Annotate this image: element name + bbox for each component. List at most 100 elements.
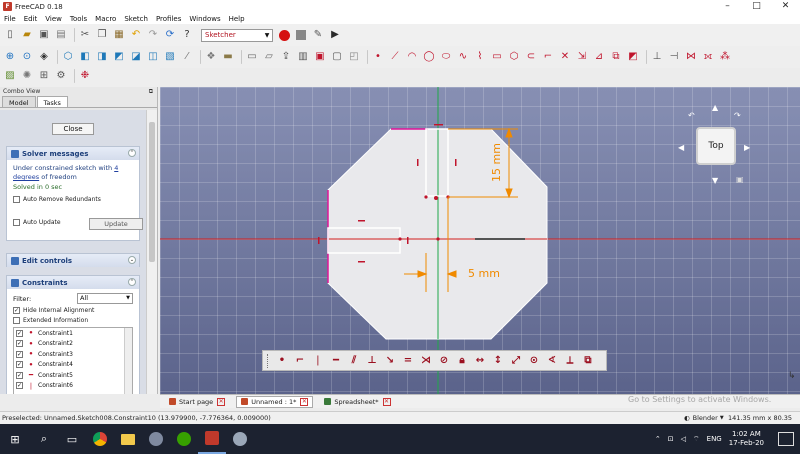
line-tool-icon[interactable]: ⟋ xyxy=(388,50,402,64)
menu-tools[interactable]: Tools xyxy=(70,15,87,23)
undo-icon[interactable]: ↶ xyxy=(129,28,143,42)
network-icon[interactable]: ⊡ xyxy=(668,435,674,443)
tray-chevron-icon[interactable]: ⌃ xyxy=(655,435,661,443)
list-item[interactable]: ✓ ❘ Constraint6 xyxy=(14,381,132,392)
radius-constraint-icon[interactable]: ⊙ xyxy=(526,353,542,368)
list-item[interactable]: ✓ • Constraint4 xyxy=(14,360,132,371)
rotate-right-icon[interactable]: ▶ xyxy=(744,143,750,152)
horizontal-dimension-label[interactable]: 5 mm xyxy=(468,267,500,280)
point-tool-icon[interactable]: • xyxy=(371,50,385,64)
rotate-up-icon[interactable]: ▲ xyxy=(712,103,718,112)
select-constraints-icon[interactable]: ⊥ xyxy=(650,50,664,64)
bottom-view-icon[interactable]: ◫ xyxy=(146,50,160,64)
tangent-constraint-icon[interactable]: ↘ xyxy=(382,353,398,368)
menu-edit[interactable]: Edit xyxy=(24,15,38,23)
auto-update-row[interactable]: Auto Update Update xyxy=(13,218,143,230)
scrollbar-thumb[interactable] xyxy=(149,122,155,262)
menu-view[interactable]: View xyxy=(45,15,62,23)
left-view-icon[interactable]: ▧ xyxy=(163,50,177,64)
app-icon[interactable] xyxy=(142,424,170,454)
edit-sketch-icon[interactable]: ▱ xyxy=(262,50,276,64)
constraint-checkbox[interactable]: ✓ xyxy=(16,350,23,358)
auto-remove-checkbox[interactable] xyxy=(13,196,20,203)
close-tab-icon[interactable]: ✕ xyxy=(217,397,226,406)
collapse-icon[interactable]: ⌃ xyxy=(128,149,136,157)
expand-icon[interactable]: ⌄ xyxy=(128,256,136,264)
minimize-button[interactable]: – xyxy=(713,0,742,13)
hide-internal-row[interactable]: ✓ Hide Internal Alignment xyxy=(7,307,139,314)
extended-info-row[interactable]: Extended Information xyxy=(7,317,139,324)
maximize-button[interactable]: □ xyxy=(742,0,771,13)
new-file-icon[interactable]: ▯ xyxy=(3,28,17,42)
extended-info-checkbox[interactable] xyxy=(13,317,20,324)
combo-scrollbar[interactable] xyxy=(146,110,157,394)
front-view-icon[interactable]: ◧ xyxy=(78,50,92,64)
constraint-checkbox[interactable]: ✓ xyxy=(16,371,23,379)
symmetric-constraint-icon[interactable]: ⋊ xyxy=(418,353,434,368)
toolbar-grip[interactable] xyxy=(267,353,271,368)
constraint-checkbox[interactable]: ✓ xyxy=(16,329,23,337)
auto-update-checkbox[interactable] xyxy=(13,219,20,226)
leave-sketch-icon[interactable]: ⇪ xyxy=(279,50,293,64)
horizontal-distance-icon[interactable]: ↔ xyxy=(472,353,488,368)
block-constraint-icon[interactable]: ⊘ xyxy=(436,353,452,368)
solver-messages-header[interactable]: Solver messages ⌃ xyxy=(7,147,139,160)
macro-editor-icon[interactable]: ✎ xyxy=(311,28,325,42)
stop-macro-icon[interactable] xyxy=(294,28,308,42)
refresh-icon[interactable]: ⟳ xyxy=(163,28,177,42)
notification-icon[interactable] xyxy=(778,432,794,446)
save-icon[interactable]: ▣ xyxy=(37,28,51,42)
tab-model[interactable]: Model xyxy=(2,96,36,107)
view-sketch-icon[interactable]: ▥ xyxy=(296,50,310,64)
point-on-object-icon[interactable]: ⌐ xyxy=(292,353,308,368)
task-view-icon[interactable]: ▭ xyxy=(58,424,86,454)
right-view-icon[interactable]: ◩ xyxy=(112,50,126,64)
close-window-button[interactable]: ✕ xyxy=(771,0,800,13)
distance-constraint-icon[interactable]: ⤢ xyxy=(508,353,524,368)
tab-tasks[interactable]: Tasks xyxy=(36,96,68,107)
rear-view-icon[interactable]: ◪ xyxy=(129,50,143,64)
lock-constraint-icon[interactable]: 🔒︎ xyxy=(454,353,470,368)
view-section-icon[interactable]: ▣ xyxy=(313,50,327,64)
slot-tool-icon[interactable]: ⊂ xyxy=(524,50,538,64)
copy-icon[interactable]: ❐ xyxy=(95,28,109,42)
measure-icon[interactable]: ⁄ xyxy=(180,50,194,64)
tab-start-page[interactable]: Start page ✕ xyxy=(164,396,230,408)
tab-unnamed[interactable]: Unnamed : 1* ✕ xyxy=(236,395,314,408)
list-item[interactable]: ✓ • Constraint1 xyxy=(14,328,132,339)
update-button[interactable]: Update xyxy=(89,218,143,230)
clone-tool-icon[interactable]: ⟗ xyxy=(701,50,715,64)
workbench-selector[interactable]: Sketcher ▼ xyxy=(201,28,273,42)
edit-controls-header[interactable]: Edit controls ⌄ xyxy=(7,254,139,267)
symmetry-tool-icon[interactable]: ⋈ xyxy=(684,50,698,64)
rectangle-tool-icon[interactable]: ▭ xyxy=(490,50,504,64)
fillet-tool-icon[interactable]: ⌐ xyxy=(541,50,555,64)
constraint-checkbox[interactable]: ✓ xyxy=(16,382,23,390)
array-tool-icon[interactable]: ⁂ xyxy=(718,50,732,64)
polygon-tool-icon[interactable]: ⬡ xyxy=(507,50,521,64)
coincident-constraint-icon[interactable]: • xyxy=(274,353,290,368)
snap-icon[interactable]: ✺ xyxy=(20,69,34,83)
arc-tool-icon[interactable]: ◠ xyxy=(405,50,419,64)
orbit-cw-icon[interactable]: ↷ xyxy=(734,111,741,120)
angle-constraint-icon[interactable]: ∢ xyxy=(544,353,560,368)
language-indicator[interactable]: ENG xyxy=(707,435,722,443)
menu-help[interactable]: Help xyxy=(229,15,245,23)
vertical-dimension-label[interactable]: 15 mm xyxy=(490,143,503,182)
construction-mode-icon[interactable]: ◩ xyxy=(626,50,640,64)
carbon-copy-icon[interactable]: ⧉ xyxy=(609,50,623,64)
constraints-scrollbar[interactable] xyxy=(124,328,132,394)
toggle-driving-icon[interactable]: ⧉ xyxy=(580,353,596,368)
new-sketch-icon[interactable]: ▭ xyxy=(245,50,259,64)
menu-macro[interactable]: Macro xyxy=(95,15,116,23)
navigation-style[interactable]: ◐ Blender ▼ xyxy=(684,412,724,424)
navigation-cube[interactable]: Top xyxy=(696,127,736,165)
clock[interactable]: 1:02 AM 17-Feb-20 xyxy=(729,430,764,448)
trim-tool-icon[interactable]: ✕ xyxy=(558,50,572,64)
paint-icon[interactable] xyxy=(226,424,254,454)
navcube-menu-icon[interactable]: ▣ xyxy=(736,175,744,184)
record-macro-icon[interactable] xyxy=(277,28,291,42)
list-item[interactable]: ✓ • Constraint2 xyxy=(14,339,132,350)
close-tab-icon[interactable]: ✕ xyxy=(382,397,391,406)
vertical-constraint-icon[interactable]: ❘ xyxy=(310,353,326,368)
